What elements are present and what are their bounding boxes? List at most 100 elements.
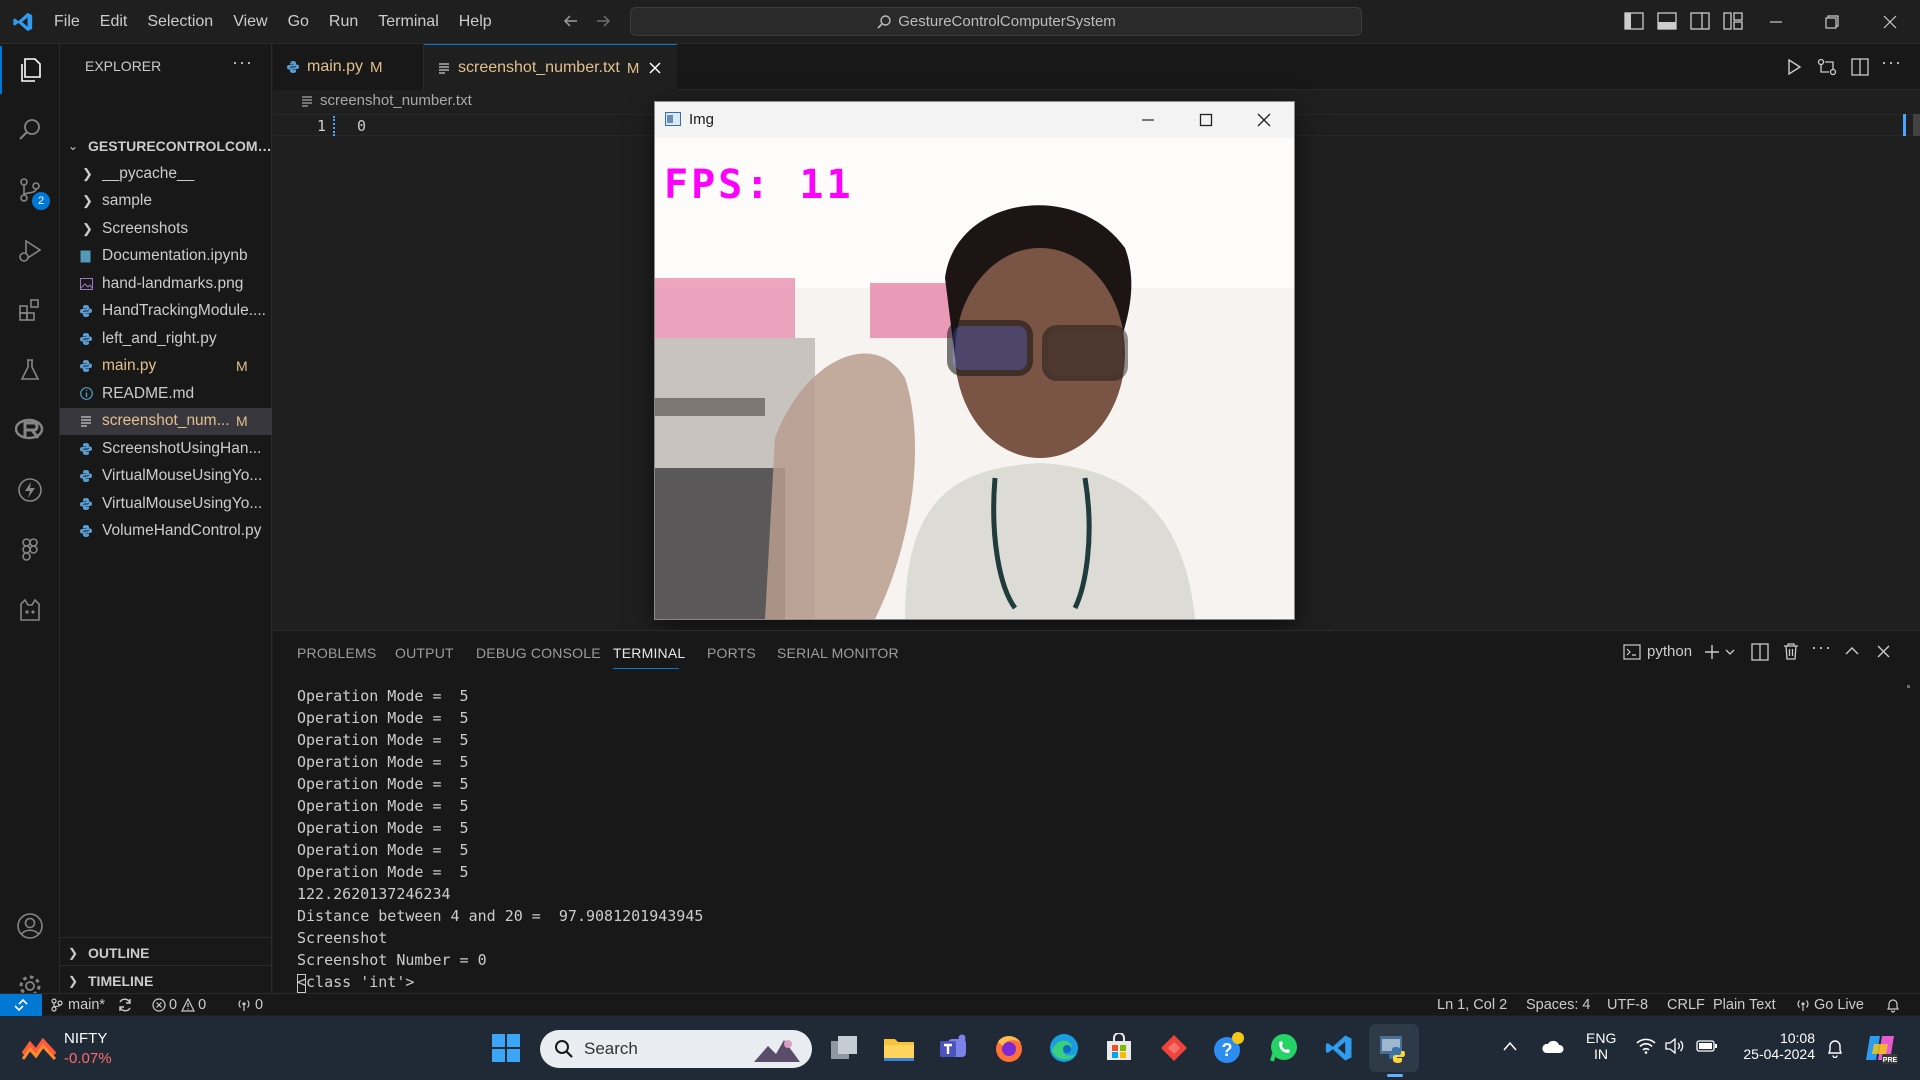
anydesk-icon[interactable]: [1156, 1030, 1192, 1066]
minimize-icon[interactable]: [1141, 113, 1155, 127]
battery-icon[interactable]: [1696, 1040, 1718, 1052]
taskbar-search-box[interactable]: Search: [540, 1030, 812, 1068]
tab-problems[interactable]: PROBLEMS: [297, 645, 376, 661]
code-line[interactable]: 0: [357, 117, 366, 135]
tab-ports[interactable]: PORTS: [707, 645, 756, 661]
toggle-panel-icon[interactable]: [1657, 12, 1677, 30]
explorer-more-actions[interactable]: ···: [232, 52, 253, 73]
file-item[interactable]: ScreenshotUsingHan...: [60, 435, 272, 462]
command-center-search[interactable]: GestureControlComputerSystem: [630, 7, 1362, 36]
file-item[interactable]: hand-landmarks.png: [60, 270, 272, 297]
stock-ticker[interactable]: NIFTY: [64, 1030, 107, 1047]
git-branch[interactable]: main*: [50, 997, 105, 1013]
whatsapp-icon[interactable]: [1266, 1030, 1302, 1066]
tab-debug-console[interactable]: DEBUG CONSOLE: [476, 645, 601, 661]
more-actions-icon[interactable]: ···: [1811, 637, 1832, 658]
file-explorer-icon[interactable]: [881, 1030, 917, 1066]
menu-run[interactable]: Run: [319, 13, 368, 31]
end-of-line[interactable]: CRLF: [1667, 997, 1705, 1013]
menu-file[interactable]: File: [44, 13, 90, 31]
menu-help[interactable]: Help: [449, 13, 502, 31]
notification-bell-icon[interactable]: [1826, 1038, 1844, 1058]
folder-item[interactable]: ❯ sample: [60, 188, 272, 215]
volume-icon[interactable]: [1664, 1038, 1684, 1054]
go-live-button[interactable]: Go Live: [1795, 997, 1864, 1013]
close-window-icon[interactable]: [1882, 14, 1898, 30]
img-preview-window[interactable]: Img FPS: 11: [654, 101, 1295, 620]
run-and-debug-icon[interactable]: [0, 226, 60, 274]
help-icon[interactable]: ?: [1211, 1030, 1247, 1066]
task-view-icon[interactable]: [826, 1030, 862, 1066]
maximize-panel-chevron-up-icon[interactable]: [1845, 645, 1859, 657]
breadcrumb[interactable]: screenshot_number.txt: [301, 92, 472, 109]
input-language[interactable]: ENG IN: [1586, 1030, 1616, 1062]
file-item[interactable]: HandTrackingModule....: [60, 298, 272, 325]
explorer-icon[interactable]: [0, 46, 60, 94]
python-app-icon[interactable]: [1376, 1030, 1412, 1066]
split-editor-icon[interactable]: [1851, 58, 1869, 76]
restore-window-icon[interactable]: [1824, 14, 1840, 30]
close-tab-icon[interactable]: [649, 62, 661, 74]
remote-indicator[interactable]: [0, 994, 42, 1016]
customize-layout-icon[interactable]: [1723, 12, 1743, 30]
ports-forwarded[interactable]: 0: [236, 997, 263, 1013]
run-file-icon[interactable]: [1785, 58, 1803, 76]
toggle-secondary-sidebar-icon[interactable]: [1690, 12, 1710, 30]
r-language-icon[interactable]: [0, 406, 60, 454]
file-item[interactable]: main.py M: [60, 353, 272, 380]
tab-main-py[interactable]: main.py M: [273, 44, 424, 90]
file-item[interactable]: VirtualMouseUsingYo...: [60, 463, 272, 490]
encoding[interactable]: UTF-8: [1607, 997, 1648, 1013]
folder-item[interactable]: ❯ Screenshots: [60, 215, 272, 242]
forward-arrow-icon[interactable]: [594, 12, 612, 30]
menu-go[interactable]: Go: [278, 13, 319, 31]
extensions-icon[interactable]: [0, 286, 60, 334]
stock-widget-icon[interactable]: [22, 1036, 56, 1062]
vertical-scrollbar[interactable]: [1913, 114, 1920, 136]
microsoft-store-icon[interactable]: [1101, 1030, 1137, 1066]
maximize-icon[interactable]: [1199, 113, 1213, 127]
workspace-root[interactable]: ⌄ GESTURECONTROLCOMPU...: [60, 132, 272, 159]
tab-screenshot-number-txt[interactable]: screenshot_number.txt M: [424, 44, 677, 91]
outline-section-header[interactable]: ❯ OUTLINE: [60, 939, 272, 966]
problems-summary[interactable]: 0 0: [152, 997, 206, 1013]
menu-selection[interactable]: Selection: [137, 13, 223, 31]
open-changes-icon[interactable]: [1817, 58, 1837, 76]
menu-edit[interactable]: Edit: [90, 13, 138, 31]
thunder-client-icon[interactable]: [0, 466, 60, 514]
menu-terminal[interactable]: Terminal: [368, 13, 448, 31]
figma-icon[interactable]: [0, 526, 60, 574]
img-window-titlebar[interactable]: Img: [655, 102, 1294, 138]
indentation[interactable]: Spaces: 4: [1526, 997, 1591, 1013]
tab-serial-monitor[interactable]: SERIAL MONITOR: [777, 645, 899, 661]
language-mode[interactable]: Plain Text: [1713, 997, 1776, 1013]
terminal-shell-selector[interactable]: python: [1623, 643, 1692, 660]
file-item[interactable]: screenshot_num... M: [60, 407, 272, 435]
file-item[interactable]: left_and_right.py: [60, 325, 272, 352]
wifi-icon[interactable]: [1636, 1038, 1656, 1054]
teams-icon[interactable]: [936, 1030, 972, 1066]
accounts-icon[interactable]: [0, 902, 60, 950]
sync-icon[interactable]: [117, 997, 133, 1013]
close-panel-icon[interactable]: [1877, 645, 1890, 658]
github-copilot-icon[interactable]: [0, 586, 60, 634]
back-arrow-icon[interactable]: [562, 12, 580, 30]
notifications-bell-icon[interactable]: [1885, 997, 1901, 1013]
windows-start-icon[interactable]: [488, 1030, 524, 1066]
firefox-icon[interactable]: [991, 1030, 1027, 1066]
toggle-primary-sidebar-icon[interactable]: [1624, 12, 1644, 30]
copilot-icon[interactable]: PRE: [1864, 1032, 1898, 1064]
cursor-position[interactable]: Ln 1, Col 2: [1437, 997, 1507, 1013]
split-terminal-icon[interactable]: [1751, 643, 1769, 661]
kill-terminal-trash-icon[interactable]: [1783, 642, 1799, 660]
source-control-icon[interactable]: 2: [0, 166, 60, 214]
search-icon[interactable]: [0, 106, 60, 154]
file-item[interactable]: README.md: [60, 380, 272, 407]
testing-flask-icon[interactable]: [0, 346, 60, 394]
folder-item[interactable]: ❯ __pycache__: [60, 160, 272, 187]
file-item[interactable]: VolumeHandControl.py: [60, 518, 272, 545]
vscode-taskbar-icon[interactable]: [1321, 1030, 1357, 1066]
minimize-window-icon[interactable]: [1768, 14, 1784, 30]
file-item[interactable]: VirtualMouseUsingYo...: [60, 490, 272, 517]
more-actions-icon[interactable]: ···: [1881, 52, 1902, 73]
